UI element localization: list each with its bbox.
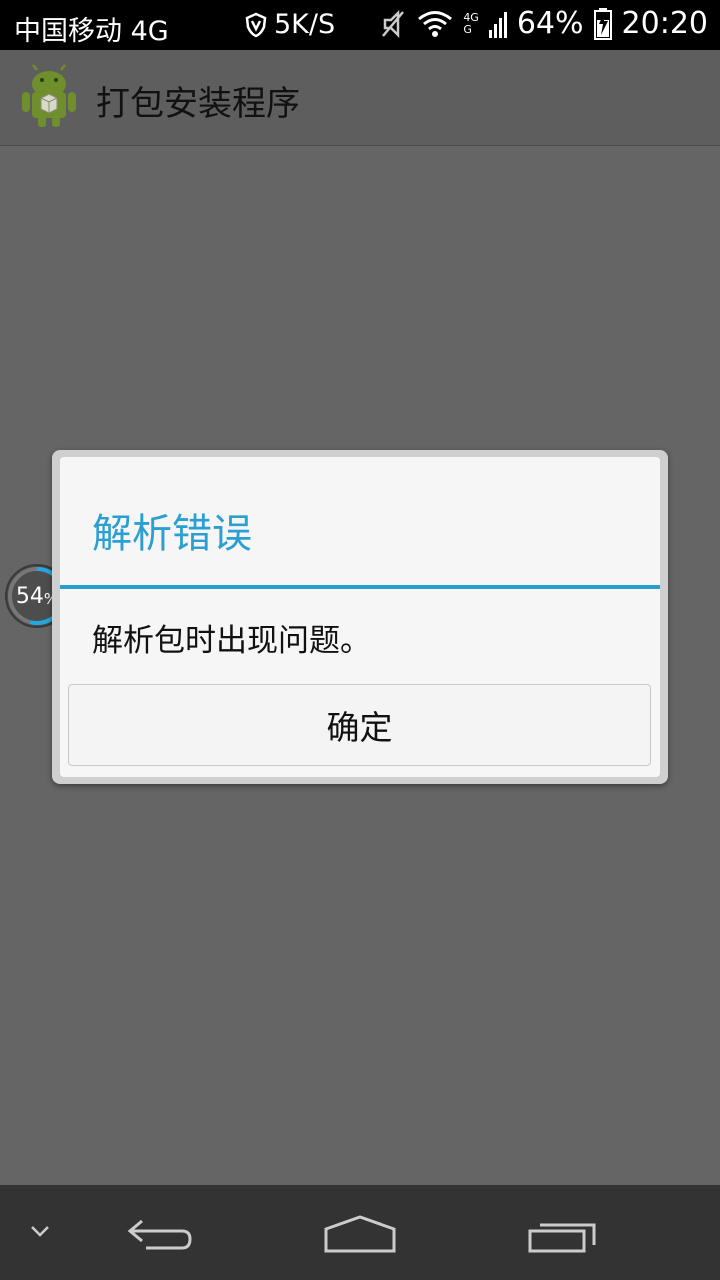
- dialog-divider: [60, 585, 660, 589]
- app-title: 打包安装程序: [96, 84, 300, 124]
- mute-icon: [382, 9, 405, 38]
- battery-charging-icon: [593, 7, 612, 40]
- network-speed: 5K/S: [244, 9, 335, 40]
- status-bar: 中国移动 4G 5K/S 4G G 64% 20:20: [0, 0, 720, 50]
- battery-percent: 64%: [516, 6, 584, 41]
- dialog-title: 解析错误: [92, 511, 252, 557]
- wifi-icon: [418, 10, 453, 37]
- clock: 20:20: [621, 6, 708, 41]
- carrier-label: 中国移动 4G: [14, 16, 169, 47]
- signal-bars-icon: [488, 11, 507, 38]
- recent-apps-icon[interactable]: [526, 1217, 598, 1255]
- ok-button[interactable]: 确定: [68, 684, 651, 766]
- signal-indicator: 4G G: [463, 10, 479, 36]
- navigation-bar: [0, 1185, 720, 1280]
- dialog-body: 解析错误 解析包时出现问题。 确定: [60, 457, 660, 777]
- shield-icon: [245, 12, 267, 37]
- error-dialog: 解析错误 解析包时出现问题。 确定: [52, 450, 668, 784]
- dialog-message: 解析包时出现问题。: [92, 623, 371, 659]
- speed-label: 5K/S: [274, 9, 336, 40]
- network-type-4g: 4G: [463, 10, 479, 24]
- chevron-down-icon[interactable]: [28, 1223, 52, 1239]
- back-icon[interactable]: [124, 1215, 196, 1255]
- action-bar: 打包安装程序: [0, 50, 720, 146]
- home-icon[interactable]: [322, 1213, 398, 1255]
- progress-value: 54: [15, 583, 44, 609]
- android-package-icon: [22, 64, 76, 127]
- network-type-g: G: [463, 22, 472, 36]
